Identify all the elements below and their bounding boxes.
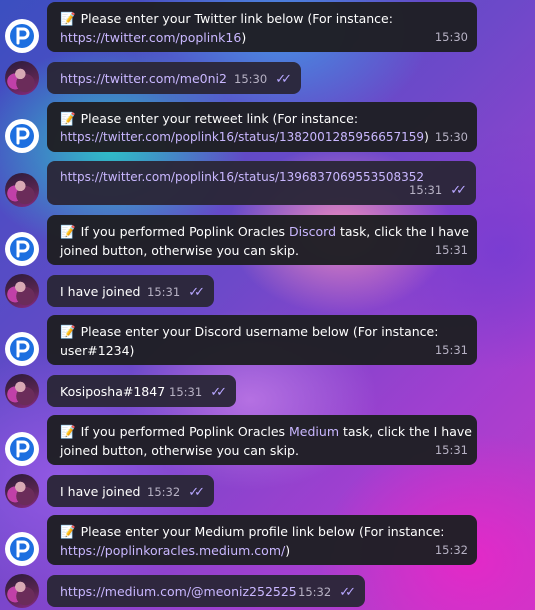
message-text: user#1234)	[60, 343, 135, 358]
user-avatar[interactable]	[5, 61, 39, 95]
double-check-icon: ✓✓	[188, 485, 205, 500]
bot-avatar[interactable]	[5, 432, 39, 466]
message-text: joined button, otherwise you can skip.	[60, 443, 299, 458]
memo-icon: 📝	[60, 524, 76, 539]
message-text: Please enter your retweet link (For inst…	[80, 111, 359, 126]
message-time: 15:32	[434, 543, 468, 557]
message-link[interactable]: https://medium.com/@meoniz252525	[60, 584, 297, 599]
message-text: If you performed Poplink Oracles	[80, 224, 290, 239]
message-time: 15:31	[434, 243, 468, 257]
message-time: 15:31	[409, 183, 443, 197]
memo-icon: 📝	[60, 11, 76, 26]
message-text: task, click the I have	[336, 224, 469, 239]
poplink-logo-icon	[10, 237, 34, 261]
message-time: 15:30	[434, 30, 468, 44]
message-link[interactable]: https://twitter.com/poplink16/status/139…	[60, 170, 424, 184]
message-time: 15:31	[147, 285, 181, 299]
message-text-suffix: )	[424, 130, 429, 144]
bot-message: 📝 If you performed Poplink Oracles Discor…	[47, 215, 477, 265]
double-check-icon: ✓✓	[188, 285, 205, 300]
bot-avatar[interactable]	[5, 119, 39, 153]
bot-avatar[interactable]	[5, 332, 39, 366]
double-check-icon: ✓✓	[450, 183, 467, 198]
message-text: Please enter your Discord username below…	[80, 324, 439, 339]
user-avatar[interactable]	[5, 574, 39, 608]
message-text: task, click the I have	[339, 424, 472, 439]
message-time: 15:30	[434, 130, 468, 144]
discord-highlight: Discord	[289, 224, 337, 239]
message-text-suffix: )	[241, 30, 247, 45]
bot-message: 📝 If you performed Poplink Oracles Medium…	[47, 415, 477, 465]
message-time: 15:31	[169, 385, 203, 399]
user-avatar[interactable]	[5, 274, 39, 308]
message-time: 15:32	[298, 585, 332, 599]
memo-icon: 📝	[60, 424, 76, 439]
user-message: https://twitter.com/poplink16/status/139…	[47, 161, 476, 205]
user-avatar[interactable]	[5, 474, 39, 508]
poplink-logo-icon	[10, 24, 34, 48]
user-message: https://medium.com/@meoniz252525 15:32 ✓✓	[47, 575, 365, 607]
bot-message: 📝 Please enter your Discord username belo…	[47, 315, 477, 365]
message-text: joined button, otherwise you can skip.	[60, 243, 299, 258]
message-link[interactable]: https://twitter.com/poplink16/status/138…	[60, 130, 424, 144]
bot-avatar[interactable]	[5, 532, 39, 566]
user-message: I have joined 15:32 ✓✓	[47, 475, 214, 507]
poplink-logo-icon	[10, 437, 34, 461]
poplink-logo-icon	[10, 537, 34, 561]
bot-avatar[interactable]	[5, 232, 39, 266]
memo-icon: 📝	[60, 224, 76, 239]
message-text: Please enter your Medium profile link be…	[80, 524, 445, 539]
user-message: I have joined 15:31 ✓✓	[47, 275, 214, 307]
message-text: Please enter your Twitter link below (Fo…	[80, 11, 393, 26]
memo-icon: 📝	[60, 324, 76, 339]
message-time: 15:32	[147, 485, 181, 499]
poplink-logo-icon	[10, 124, 34, 148]
user-avatar[interactable]	[5, 374, 39, 408]
bot-message: 📝 Please enter your Medium profile link b…	[47, 515, 477, 565]
message-text: If you performed Poplink Oracles	[80, 424, 290, 439]
message-text-suffix: )	[285, 543, 291, 558]
medium-highlight: Medium	[289, 424, 339, 439]
message-link[interactable]: https://poplinkoracles.medium.com/	[60, 543, 285, 558]
memo-icon: 📝	[60, 111, 76, 126]
bot-avatar[interactable]	[5, 19, 39, 53]
poplink-logo-icon	[10, 337, 34, 361]
double-check-icon: ✓✓	[339, 585, 356, 600]
message-time: 15:30	[234, 72, 268, 86]
bot-message: 📝 Please enter your retweet link (For ins…	[47, 102, 477, 152]
message-time: 15:31	[434, 343, 468, 357]
message-time: 15:31	[434, 443, 468, 457]
user-avatar[interactable]	[5, 173, 39, 207]
double-check-icon: ✓✓	[210, 385, 227, 400]
bot-message: 📝 Please enter your Twitter link below (F…	[47, 2, 477, 52]
double-check-icon: ✓✓	[275, 72, 292, 87]
message-link[interactable]: https://twitter.com/me0ni2	[60, 71, 227, 86]
user-message: https://twitter.com/me0ni2 15:30 ✓✓	[47, 62, 301, 94]
user-message: Kosiposha#1847 15:31 ✓✓	[47, 375, 236, 407]
message-link[interactable]: https://twitter.com/poplink16	[60, 30, 241, 45]
